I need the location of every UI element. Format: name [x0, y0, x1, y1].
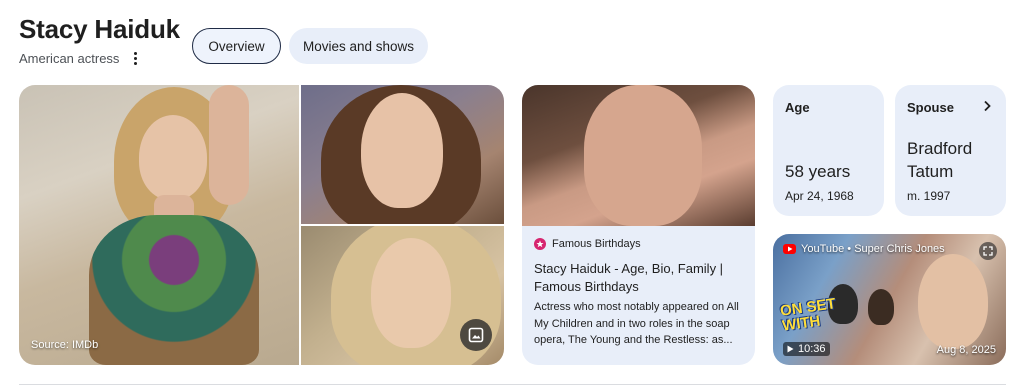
- article-card[interactable]: Famous Birthdays Stacy Haiduk - Age, Bio…: [522, 85, 755, 365]
- fact-spouse-card[interactable]: Spouse Bradford Tatum m. 1997: [895, 85, 1006, 216]
- fact-spouse-name-line2[interactable]: Tatum: [907, 160, 953, 183]
- entity-subtitle: American actress: [19, 51, 141, 66]
- photo-face: [371, 238, 451, 348]
- article-title[interactable]: Stacy Haiduk - Age, Bio, Family | Famous…: [534, 260, 746, 296]
- photo-bottom-right[interactable]: [301, 226, 504, 365]
- fact-age-card: Age 58 years Apr 24, 1968: [773, 85, 884, 216]
- video-date: Aug 8, 2025: [936, 344, 996, 356]
- photo-face: [361, 93, 443, 208]
- video-thumbnail-caption: ON SET WITH: [779, 295, 838, 334]
- famous-birthdays-favicon-icon: [534, 238, 546, 250]
- section-divider: [19, 384, 1006, 385]
- photo-top: [89, 215, 259, 365]
- image-icon[interactable]: [460, 319, 492, 351]
- video-duration: 10:36: [783, 342, 830, 356]
- article-image: [522, 85, 755, 226]
- fact-age-birthdate: Apr 24, 1968: [785, 189, 854, 203]
- video-source: YouTube • Super Chris Jones: [783, 243, 945, 255]
- article-source: Famous Birthdays: [534, 238, 641, 250]
- video-source-label: YouTube • Super Chris Jones: [801, 243, 945, 255]
- photo-face: [584, 85, 702, 226]
- article-snippet: Actress who most notably appeared on All…: [534, 301, 739, 346]
- main-photo[interactable]: Source: IMDb: [19, 85, 299, 365]
- chevron-right-icon: [982, 99, 992, 117]
- video-duration-text: 10:36: [798, 343, 826, 355]
- entity-title: Stacy Haiduk: [19, 14, 180, 44]
- fact-age-label: Age: [785, 100, 810, 115]
- tab-overview[interactable]: Overview: [192, 28, 281, 64]
- fact-spouse-name-line1[interactable]: Bradford: [907, 137, 972, 160]
- photo-arm: [209, 85, 249, 205]
- expand-icon[interactable]: [979, 242, 997, 260]
- image-source-label: Source: IMDb: [31, 339, 99, 351]
- photo-face: [139, 115, 207, 200]
- fact-age-value: 58 years: [785, 162, 851, 181]
- photo-face: [918, 254, 988, 349]
- fact-spouse-married: m. 1997: [907, 189, 951, 203]
- photo-person: [868, 289, 894, 325]
- fact-spouse-label: Spouse: [907, 100, 954, 115]
- tab-movies-and-shows[interactable]: Movies and shows: [289, 28, 428, 64]
- video-card[interactable]: YouTube • Super Chris Jones ON SET WITH …: [773, 234, 1006, 365]
- play-icon: [787, 345, 794, 353]
- more-vert-icon[interactable]: [129, 52, 141, 65]
- article-source-name: Famous Birthdays: [552, 238, 641, 250]
- photo-top-right[interactable]: [301, 85, 504, 224]
- youtube-icon: [783, 244, 796, 254]
- entity-description: American actress: [19, 51, 120, 66]
